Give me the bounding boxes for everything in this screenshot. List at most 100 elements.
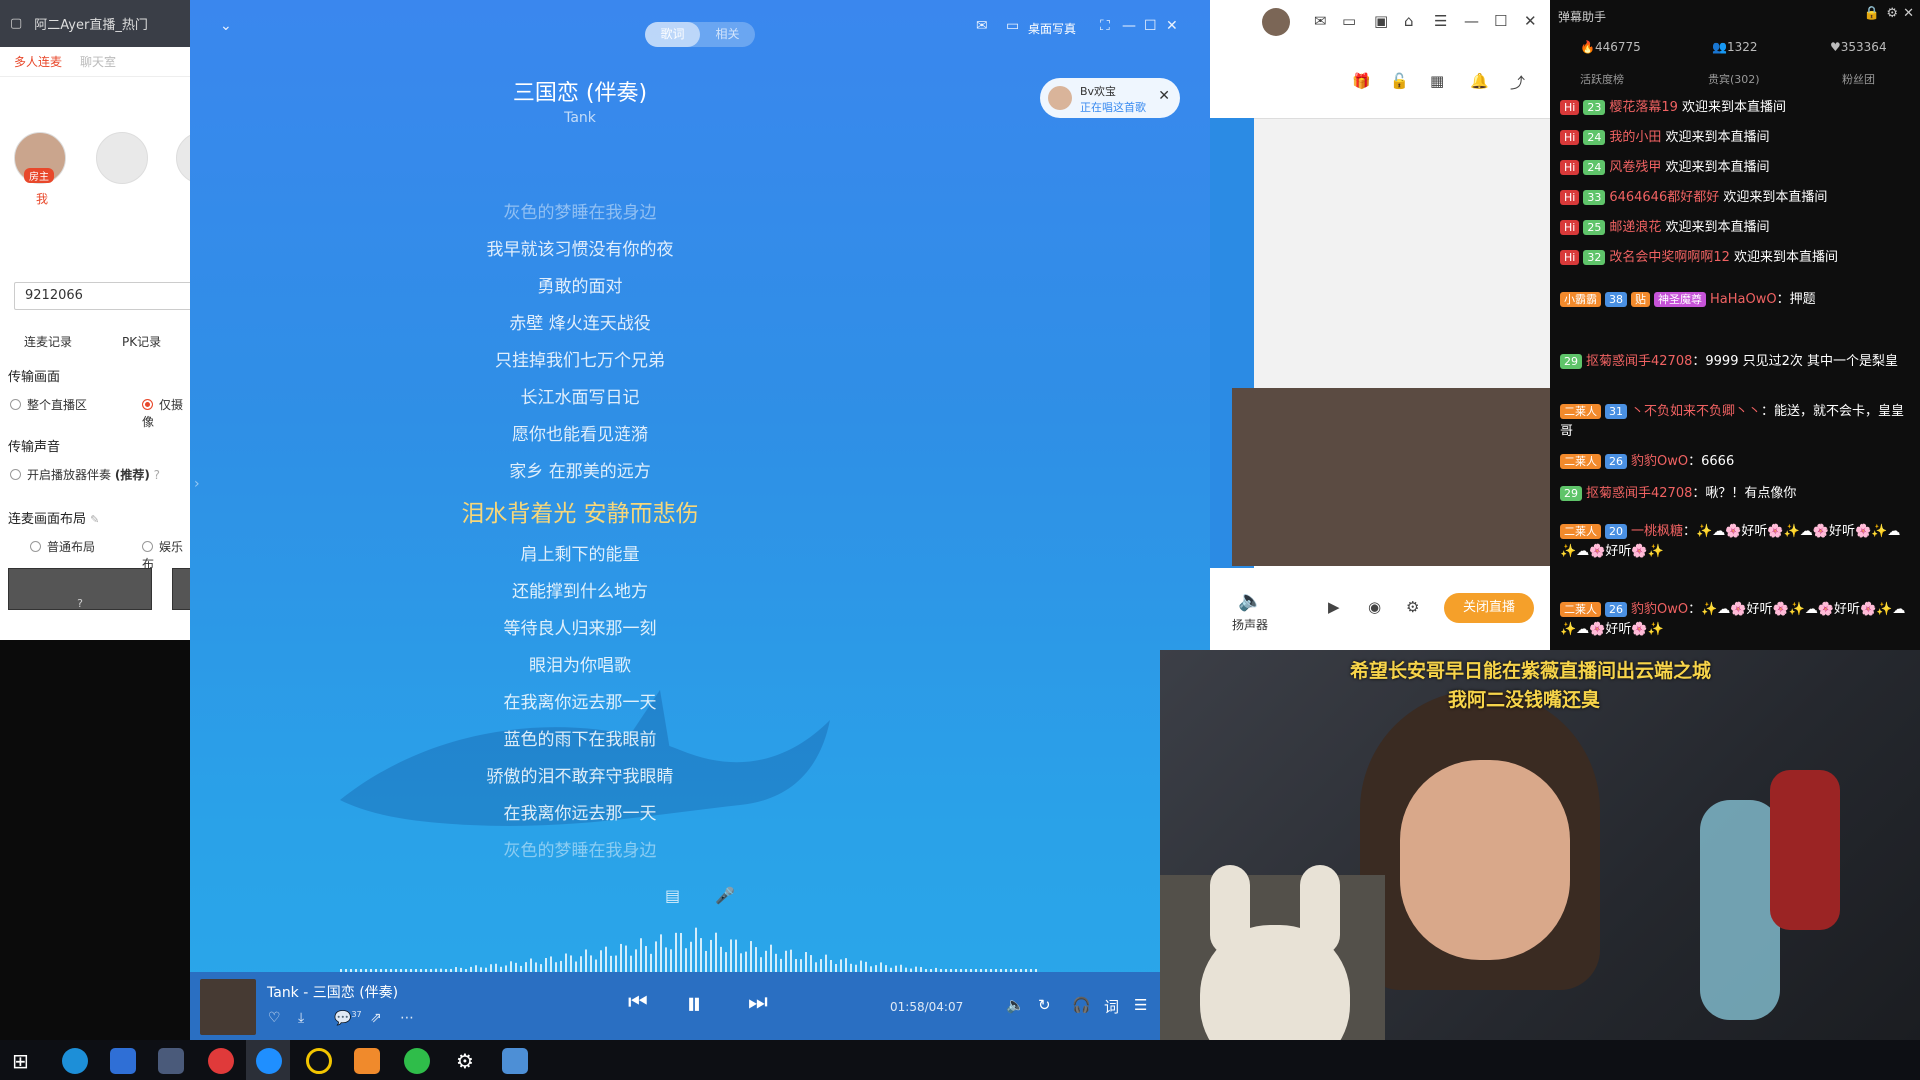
radio-player-accompaniment[interactable]: 开启播放器伴奏 (推荐) ?	[10, 466, 160, 483]
maximize-icon[interactable]: ☐	[1494, 12, 1507, 30]
enter-notice-row[interactable]: Hi 24 风卷残甲 欢迎来到本直播间	[1560, 156, 1770, 175]
eye-icon[interactable]: ◉	[1368, 598, 1381, 616]
next-track-icon[interactable]: ⏭	[748, 990, 768, 1015]
speaker-icon[interactable]: 🔈	[1238, 588, 1263, 612]
lyric-line[interactable]: 长江水面写日记	[190, 380, 970, 417]
mv-icon[interactable]: ▤	[665, 886, 680, 905]
edge-icon[interactable]	[62, 1048, 88, 1074]
user-name[interactable]: 豹豹OwO	[1631, 454, 1688, 469]
chat-message-row[interactable]: 29 抠菊惑闻手42708：啾？！有点像你	[1560, 484, 1910, 504]
pk-records-link[interactable]: PK记录	[122, 333, 161, 350]
tab-lyrics[interactable]: 歌词	[645, 22, 700, 47]
user-name[interactable]: HaHaOwO	[1710, 292, 1777, 307]
collapse-chevron-icon[interactable]: ⌄	[220, 18, 232, 34]
radio-camera-only[interactable]: 仅摄像	[142, 396, 192, 430]
user-name[interactable]: 我的小田	[1609, 130, 1661, 145]
tab-vip[interactable]: 贵宾(302)	[1708, 71, 1760, 87]
close-icon[interactable]: ✕	[1903, 6, 1914, 21]
kugou-icon[interactable]	[256, 1048, 282, 1074]
menu-icon[interactable]: ☰	[1434, 12, 1447, 30]
user-name[interactable]: 风卷残甲	[1609, 160, 1661, 175]
album-cover[interactable]	[200, 979, 256, 1035]
lyric-line[interactable]: 还能撑到什么地方	[190, 574, 970, 611]
enter-notice-row[interactable]: Hi 32 改名会中奖啊啊啊12 欢迎来到本直播间	[1560, 246, 1838, 265]
lyric-line[interactable]: 赤壁 烽火连天战役	[190, 306, 970, 343]
headphone-icon[interactable]: 🎧	[1072, 996, 1091, 1014]
app-bird-icon[interactable]	[158, 1048, 184, 1074]
lock-icon[interactable]: 🔒	[1864, 6, 1880, 21]
close-icon[interactable]: ✕	[1158, 88, 1170, 104]
lyric-toggle-button[interactable]: 词	[1104, 996, 1119, 1017]
lyric-line[interactable]: 蓝色的雨下在我眼前	[190, 722, 970, 759]
tab-multi-mic[interactable]: 多人连麦	[14, 53, 62, 70]
bell-icon[interactable]: 🔔	[1470, 72, 1489, 90]
enter-notice-row[interactable]: Hi 23 樱花落幕19 欢迎来到本直播间	[1560, 96, 1786, 115]
tab-chatroom[interactable]: 聊天室	[80, 53, 116, 70]
lock-icon[interactable]: 🔓	[1390, 72, 1409, 90]
user-name[interactable]: 邮递浪花	[1609, 220, 1661, 235]
volume-icon[interactable]: 🔈	[1006, 996, 1025, 1014]
user-name[interactable]: 改名会中奖啊啊啊12	[1609, 250, 1730, 265]
empty-seat[interactable]	[96, 132, 148, 184]
chat-message-row[interactable]: 29 抠菊惑闻手42708：9999 只见过2次 其中一个是梨皇	[1560, 352, 1910, 372]
desktop-photo-button[interactable]: 桌面写真	[1028, 20, 1076, 37]
user-name[interactable]: 樱花落幕19	[1609, 100, 1678, 115]
wechat-icon[interactable]	[404, 1048, 430, 1074]
user-avatar[interactable]	[1262, 8, 1290, 36]
lyric-line[interactable]: 家乡 在那美的远方	[190, 454, 970, 491]
pause-icon[interactable]: ⏸	[686, 984, 702, 1023]
lyric-line[interactable]: 只挂掉我们七万个兄弟	[190, 343, 970, 380]
playlist-icon[interactable]: ☰	[1134, 996, 1147, 1014]
lyric-line[interactable]: 等待良人归来那一刻	[190, 611, 970, 648]
tab-related[interactable]: 相关	[700, 22, 755, 47]
download-icon[interactable]: ⤓	[298, 1010, 304, 1026]
radio-normal-layout[interactable]: 普通布局	[30, 538, 95, 555]
close-icon[interactable]: ✕	[1166, 18, 1178, 34]
tab-activity-rank[interactable]: 活跃度榜	[1580, 71, 1624, 87]
tab-fan-club[interactable]: 粉丝团	[1842, 71, 1875, 87]
lyric-line[interactable]: 眼泪为你唱歌	[190, 648, 970, 685]
user-name[interactable]: 抠菊惑闻手42708	[1586, 354, 1692, 369]
user-name[interactable]: 抠菊惑闻手42708	[1586, 486, 1692, 501]
lyric-line[interactable]: 我早就该习惯没有你的夜	[190, 232, 970, 269]
chat-message-row[interactable]: 二莱人 20 一桃枫糖：✨☁🌸好听🌸✨☁🌸好听🌸✨☁✨☁🌸好听🌸✨	[1560, 522, 1910, 562]
share-icon[interactable]: ⇗	[370, 1010, 382, 1026]
layout-preview-button[interactable]: ?	[8, 568, 152, 610]
user-name[interactable]: 一桃枫糖	[1631, 524, 1683, 539]
radio-whole-area[interactable]: 整个直播区	[10, 396, 87, 413]
shirt-icon[interactable]: ⌂	[1404, 12, 1414, 30]
user-name[interactable]: 豹豹OwO	[1631, 602, 1688, 617]
explorer-icon[interactable]	[502, 1048, 528, 1074]
teamviewer-icon[interactable]	[110, 1048, 136, 1074]
lyric-line[interactable]: 在我离你远去那一天	[190, 796, 970, 833]
more-icon[interactable]: ⋯	[400, 1010, 414, 1026]
radio-entertainment-layout[interactable]: 娱乐布	[142, 538, 192, 572]
minimize-icon[interactable]: —	[1464, 12, 1479, 30]
minimize-icon[interactable]: —	[1122, 18, 1136, 34]
settings-icon[interactable]: ⚙	[452, 1048, 478, 1074]
microphone-icon[interactable]: 🎤	[715, 886, 735, 905]
enter-notice-row[interactable]: Hi 25 邮递浪花 欢迎来到本直播间	[1560, 216, 1770, 235]
app-orange-icon[interactable]	[354, 1048, 380, 1074]
share-icon[interactable]: ⤴	[1510, 72, 1525, 93]
previous-track-icon[interactable]: ⏮	[628, 990, 648, 1015]
fullscreen-icon[interactable]: ⛶	[1100, 18, 1110, 34]
lyric-line[interactable]: 勇敢的面对	[190, 269, 970, 306]
chat-message-row[interactable]: 二莱人 26 豹豹OwO：6666	[1560, 452, 1910, 472]
close-live-button[interactable]: 关闭直播	[1444, 593, 1534, 623]
room-id-input[interactable]: 9212066	[14, 282, 192, 310]
screen-icon[interactable]: ▭	[1342, 12, 1356, 30]
lyric-line-current[interactable]: 泪水背着光 安静而悲伤	[190, 491, 970, 537]
enter-notice-row[interactable]: Hi 33 6464646都好都好 欢迎来到本直播间	[1560, 186, 1827, 205]
app-yellow-icon[interactable]	[306, 1048, 332, 1074]
monitor-icon[interactable]: ▭	[1006, 18, 1019, 34]
repeat-icon[interactable]: ↻	[1038, 996, 1051, 1014]
lyric-line[interactable]: 愿你也能看见涟漪	[190, 417, 970, 454]
comment-icon[interactable]: 💬37	[334, 1010, 362, 1027]
chat-message-row[interactable]: 二莱人 26 豹豹OwO：✨☁🌸好听🌸✨☁🌸好听🌸✨☁✨☁🌸好听🌸✨	[1560, 600, 1910, 640]
video-icon[interactable]: ▶	[1328, 598, 1340, 616]
panel-icon[interactable]: ▦	[1430, 72, 1444, 90]
gear-icon[interactable]: ⚙	[1406, 598, 1419, 616]
chat-message-row[interactable]: 小霸霸 38 贴神圣魔尊 HaHaOwO：押题	[1560, 290, 1910, 310]
lyric-line[interactable]: 在我离你远去那一天	[190, 685, 970, 722]
